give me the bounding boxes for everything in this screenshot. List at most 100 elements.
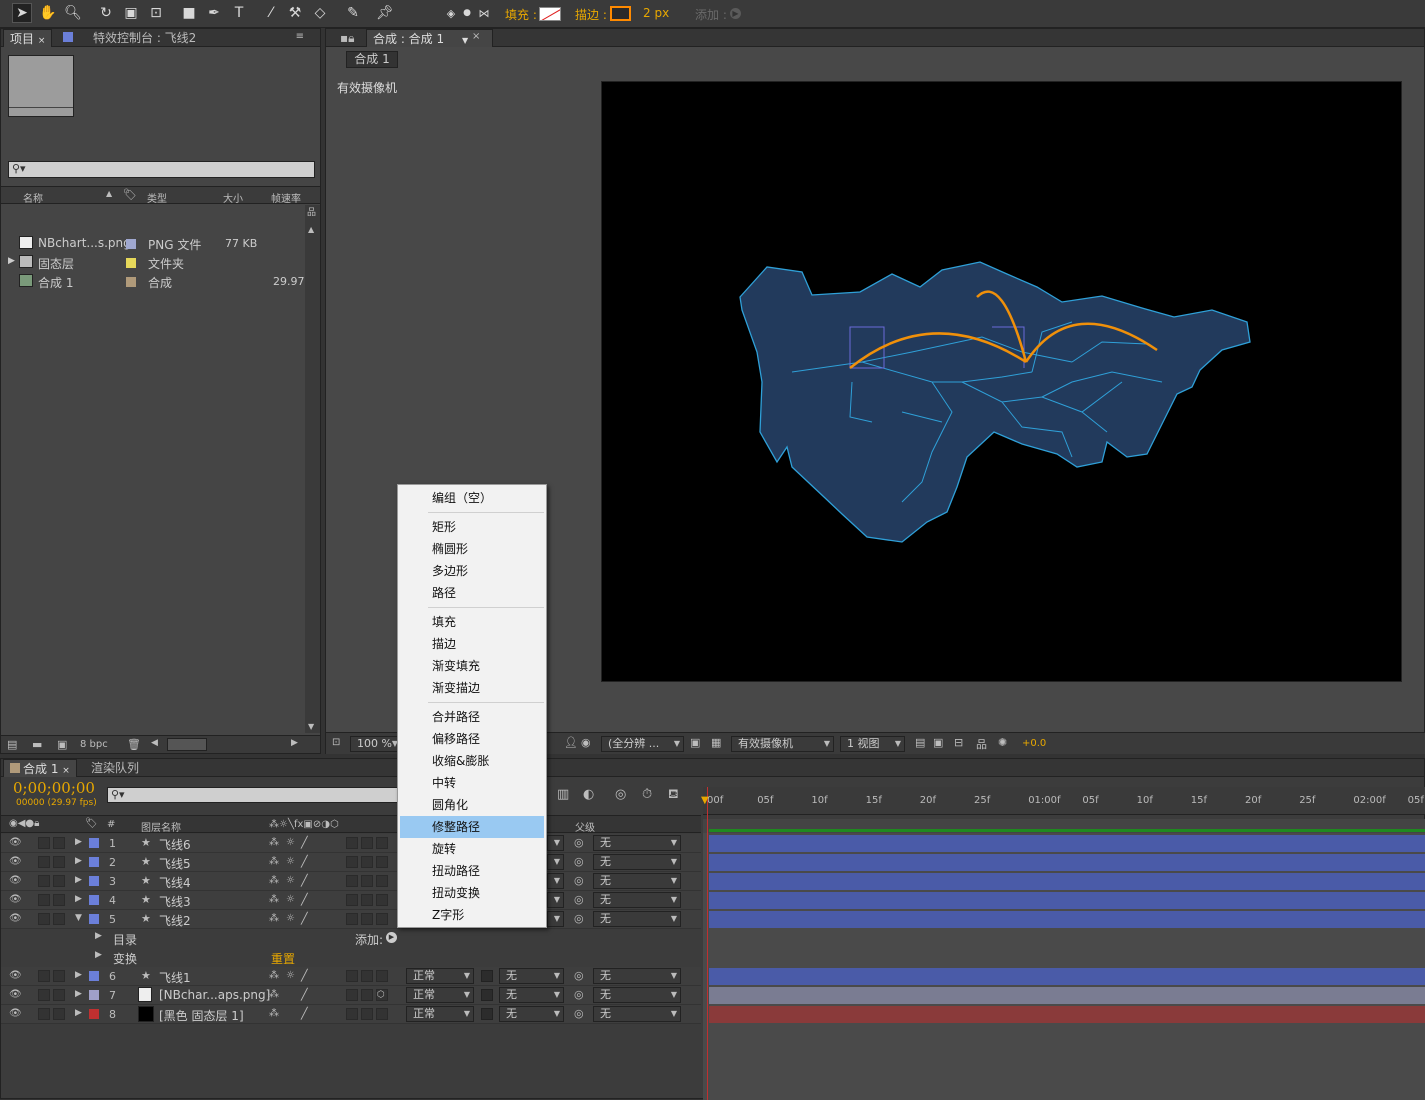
col-layer-name[interactable]: 图层名称: [141, 819, 181, 834]
pickwhip-icon[interactable]: ◎: [574, 912, 584, 925]
comp-viewer[interactable]: [601, 81, 1402, 682]
solo-toggle[interactable]: [53, 875, 65, 887]
zoom-tool-icon[interactable]: 🔍︎: [63, 3, 83, 23]
layer-duration-bar[interactable]: [709, 854, 1425, 871]
motion-blur-switch[interactable]: [361, 837, 373, 849]
audio-toggle[interactable]: [38, 875, 50, 887]
fx-switch[interactable]: [346, 913, 358, 925]
layer-name[interactable]: 飞线2: [159, 912, 191, 929]
contents-row[interactable]: ▶ 目录 添加: ▶: [1, 929, 701, 948]
3d-layer-switch[interactable]: [376, 837, 388, 849]
audio-toggle[interactable]: [38, 894, 50, 906]
fx-switch[interactable]: [346, 837, 358, 849]
motion-blur-icon[interactable]: ◎: [615, 787, 626, 802]
shy-switch-icon[interactable]: ⁂: [269, 970, 279, 981]
parent-select[interactable]: 无: [593, 911, 681, 927]
timecode[interactable]: 0;00;00;00: [13, 779, 95, 797]
layer-row[interactable]: 👁︎ ▶ 3 ★ 飞线4 ⁂ ☼ ╱ ◎ 无: [1, 872, 701, 891]
reset-link[interactable]: 重置: [271, 950, 295, 967]
menu-item[interactable]: 椭圆形: [400, 538, 544, 560]
motion-blur-switch[interactable]: [361, 856, 373, 868]
preserve-transparency-box[interactable]: [481, 989, 493, 1001]
menu-item[interactable]: 圆角化: [400, 794, 544, 816]
interpret-footage-icon[interactable]: ▤: [7, 738, 17, 751]
shy-switch-icon[interactable]: ⁂: [269, 856, 279, 867]
label-color-swatch[interactable]: [89, 857, 99, 867]
layer-name[interactable]: 飞线6: [159, 836, 191, 853]
layer-name[interactable]: 飞线5: [159, 855, 191, 872]
shy-switch-icon[interactable]: ⁂: [269, 989, 279, 1000]
layer-duration-bar[interactable]: [709, 968, 1425, 985]
expand-arrow-icon[interactable]: ▶: [75, 856, 82, 866]
expand-arrow-icon[interactable]: ▶: [75, 894, 82, 904]
layer-row[interactable]: 👁︎ ▼ 5 ★ 飞线2 ⁂ ☼ ╱ ◎ 无: [1, 910, 701, 929]
collapse-switch-icon[interactable]: ☼: [286, 856, 295, 867]
preserve-transparency-box[interactable]: [481, 1008, 493, 1020]
collapse-switch-icon[interactable]: ☼: [286, 913, 295, 924]
shy-switch-icon[interactable]: ⁂: [269, 913, 279, 924]
color-channels-icon[interactable]: ◉: [581, 736, 591, 749]
pickwhip-icon[interactable]: ◎: [574, 1007, 584, 1020]
fill-swatch[interactable]: [539, 7, 561, 21]
expand-arrow-icon[interactable]: ▶: [75, 837, 82, 847]
label-tag-icon[interactable]: 🏷︎: [123, 188, 137, 201]
expand-arrow-icon[interactable]: ▶: [75, 970, 82, 980]
tab-effects-controls[interactable]: 特效控制台 : 飞线2: [57, 29, 202, 47]
motion-blur-switch[interactable]: [361, 913, 373, 925]
collapse-switch-icon[interactable]: ☼: [286, 894, 295, 905]
parent-select[interactable]: 无: [593, 968, 681, 984]
collapse-arrow-icon[interactable]: ▼: [75, 913, 82, 923]
selection-tool-icon[interactable]: ➤: [12, 3, 32, 23]
project-scrollbar[interactable]: 品 ▲ ▼: [305, 205, 320, 733]
track-matte-select[interactable]: 无: [499, 1006, 564, 1022]
fx-switch[interactable]: [346, 894, 358, 906]
menu-item[interactable]: 描边: [400, 633, 544, 655]
camera-tool-icon[interactable]: ▣: [121, 3, 141, 23]
3d-layer-switch[interactable]: [376, 1008, 388, 1020]
menu-item[interactable]: 扭动变换: [400, 882, 544, 904]
3d-layer-switch[interactable]: [376, 875, 388, 887]
collapse-switch-icon[interactable]: ☼: [286, 875, 295, 886]
parent-select[interactable]: 无: [593, 987, 681, 1003]
blend-mode-select[interactable]: 正常: [406, 1006, 474, 1022]
track-matte-select[interactable]: 无: [499, 968, 564, 984]
label-color-swatch[interactable]: [89, 971, 99, 981]
transform-label[interactable]: 变换: [113, 950, 137, 967]
solo-toggle[interactable]: [53, 1008, 65, 1020]
col-fps[interactable]: 帧速率: [271, 190, 301, 205]
audio-toggle[interactable]: [38, 1008, 50, 1020]
solo-toggle[interactable]: [53, 837, 65, 849]
panel-menu-icon[interactable]: ≡: [296, 31, 304, 42]
expand-arrow-icon[interactable]: ▶: [95, 931, 102, 941]
text-tool-icon[interactable]: T: [229, 3, 249, 23]
timeline-icon[interactable]: ⊟: [954, 736, 963, 749]
layer-row[interactable]: 👁︎ ▶ 1 ★ 飞线6 ⁂ ☼ ╱ ◎ 无: [1, 834, 701, 853]
track-matte-select-partial[interactable]: [547, 892, 564, 908]
layer-row[interactable]: 👁︎ ▶ 7 [NBchar...aps.png]⁂ ╱ ⬡ 正常 无 ◎ 无: [1, 986, 701, 1005]
lock-icon[interactable]: ▪🔒︎: [334, 29, 361, 47]
layer-name[interactable]: [NBchar...aps.png]: [159, 988, 270, 1002]
exposure-icon[interactable]: ✺: [998, 736, 1007, 749]
3d-layer-switch[interactable]: ⬡: [376, 989, 388, 1001]
label-color-swatch[interactable]: [126, 239, 136, 249]
menu-item[interactable]: 填充: [400, 611, 544, 633]
transparency-grid-icon[interactable]: ▦: [711, 736, 721, 749]
quality-switch-icon[interactable]: ╱: [301, 855, 308, 868]
shy-switch-icon[interactable]: ⁂: [269, 894, 279, 905]
comp-mini-flowchart-icon[interactable]: ▥: [557, 787, 569, 802]
eye-icon[interactable]: 👁︎: [9, 970, 22, 981]
trash-icon[interactable]: 🗑︎: [127, 738, 141, 751]
fx-switch[interactable]: [346, 989, 358, 1001]
bpc-button[interactable]: 8 bpc: [80, 739, 108, 750]
menu-item[interactable]: 旋转: [400, 838, 544, 860]
label-color-swatch[interactable]: [89, 1009, 99, 1019]
audio-toggle[interactable]: [38, 970, 50, 982]
track-matte-select-partial[interactable]: [547, 854, 564, 870]
menu-item[interactable]: 路径: [400, 582, 544, 604]
pickwhip-icon[interactable]: ◎: [574, 893, 584, 906]
add-content-button[interactable]: ▶: [386, 932, 397, 943]
parent-select[interactable]: 无: [593, 873, 681, 889]
pickwhip-icon[interactable]: ◎: [574, 988, 584, 1001]
menu-item[interactable]: 修整路径: [400, 816, 544, 838]
tab-project[interactable]: 项目 ×: [3, 29, 53, 47]
